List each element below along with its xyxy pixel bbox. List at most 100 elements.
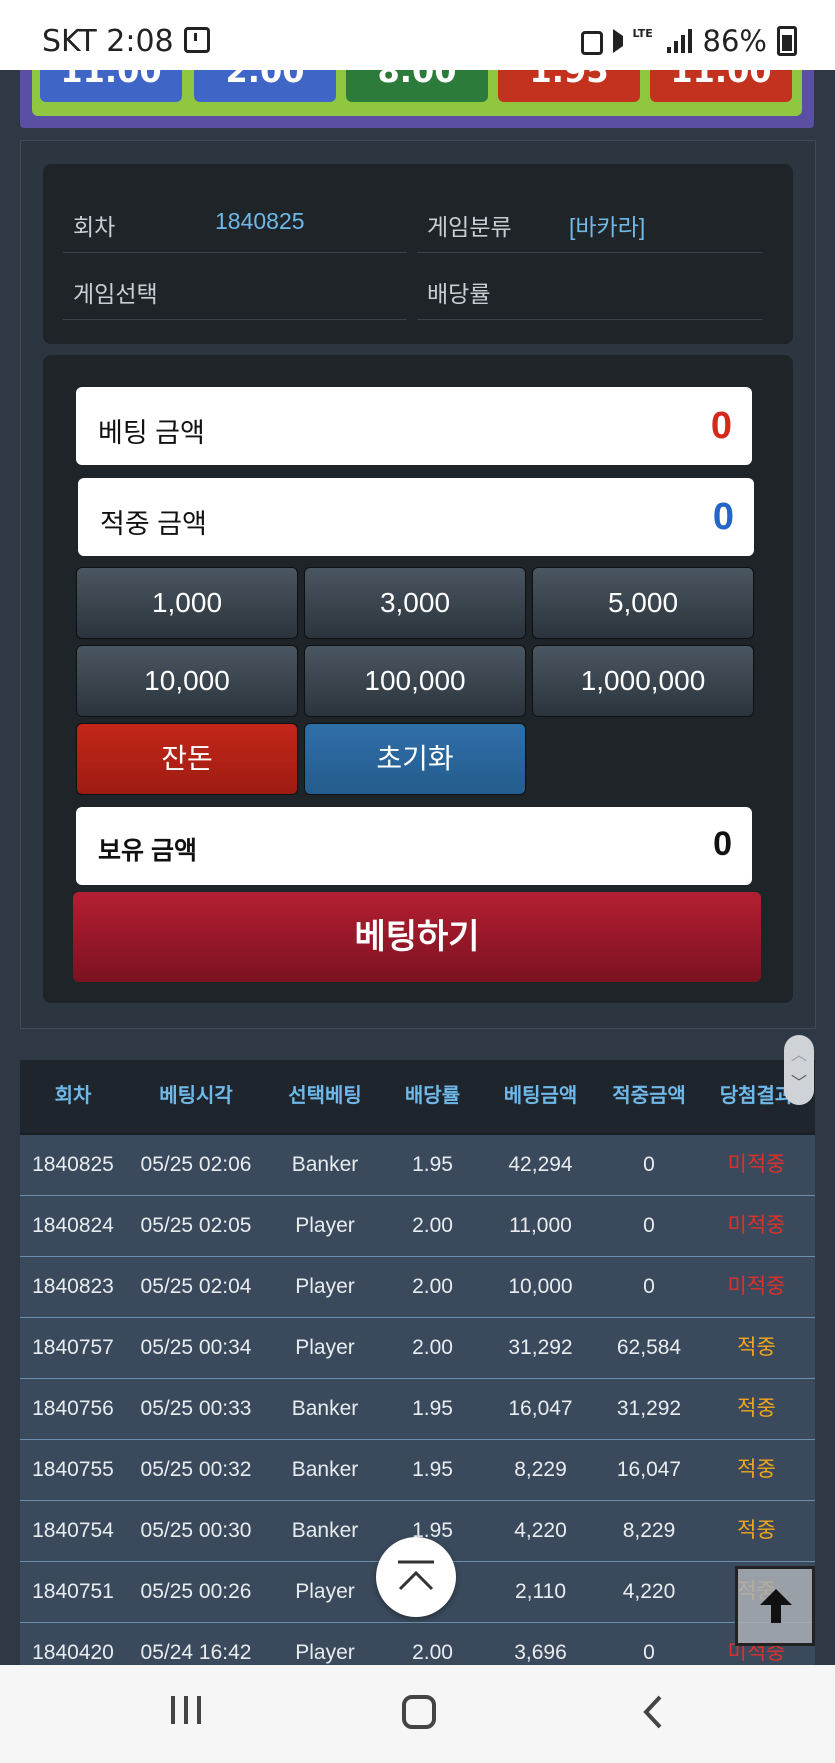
cell-selection: Player — [295, 1580, 355, 1603]
bet-input-card: 베팅 금액 0 적중 금액 0 1,000 3,000 5,000 10,000… — [43, 355, 793, 1003]
reset-button[interactable]: 초기화 — [304, 723, 526, 795]
win-amount-label: 적중 금액 — [100, 509, 207, 539]
cell-win-amount: 16,047 — [616, 1458, 682, 1481]
selection-cell: 게임선택 — [63, 253, 407, 320]
mute-icon — [612, 29, 623, 53]
chip-100000-button[interactable]: 100,000 — [304, 645, 526, 717]
chip-3000-button[interactable]: 3,000 — [304, 567, 526, 639]
cell-selection: Banker — [291, 1458, 359, 1481]
back-icon[interactable] — [638, 1693, 668, 1731]
table-header: 회차 베팅시각 선택베팅 배당률 베팅금액 적중금액 당첨결과 — [20, 1060, 815, 1135]
chip-10000-button[interactable]: 10,000 — [76, 645, 298, 717]
carrier-time-text: SKT 2:08 — [42, 24, 174, 59]
bet-amount-box: 베팅 금액 0 — [76, 387, 752, 465]
cell-result: 적중 — [737, 1458, 776, 1481]
change-button[interactable]: 잔돈 — [76, 723, 298, 795]
win-amount-value: 0 — [712, 496, 734, 538]
arrow-up-icon — [760, 1589, 792, 1623]
cell-odds: 1.95 — [412, 1397, 453, 1420]
cell-bet-time: 05/25 00:26 — [140, 1580, 252, 1603]
table-row: 1840756 05/25 00:33 Banker 1.95 16,047 31,292… — [20, 1379, 815, 1440]
cell-bet-time: 05/25 00:32 — [140, 1458, 252, 1481]
cell-win-amount: 0 — [643, 1275, 655, 1298]
home-icon[interactable] — [400, 1693, 438, 1731]
cell-bet-amount: 31,292 — [508, 1336, 573, 1359]
cell-result: 미적중 — [727, 1153, 786, 1176]
table-row: 1840824 05/25 02:05 Player 2.00 11,000 0 미적중 — [20, 1196, 815, 1257]
table-row: 1840823 05/25 02:04 Player 2.00 10,000 0 미적중 — [20, 1257, 815, 1318]
cell-round: 1840823 — [32, 1275, 114, 1298]
cell-round: 1840754 — [32, 1519, 114, 1542]
cell-bet-amount: 4,220 — [514, 1519, 567, 1542]
notification-icon — [580, 31, 603, 55]
cell-bet-time: 05/25 02:06 — [140, 1153, 252, 1176]
cell-round: 1840755 — [32, 1458, 114, 1481]
cell-bet-amount: 8,229 — [514, 1458, 567, 1481]
cell-win-amount: 0 — [643, 1153, 655, 1176]
cell-bet-amount: 10,000 — [508, 1275, 573, 1298]
status-bar: SKT 2:08 LTE 86% — [0, 0, 835, 70]
status-icons: LTE 86% — [580, 24, 797, 58]
cell-round: 1840751 — [32, 1580, 114, 1603]
game-info-card: 회차 1840825 게임분류 [바카라] 게임선택 배당률 — [43, 164, 793, 344]
cell-bet-amount: 16,047 — [508, 1397, 573, 1420]
cell-bet-time: 05/25 00:33 — [140, 1397, 252, 1420]
chip-1000-button[interactable]: 1,000 — [76, 567, 298, 639]
category-cell: 게임분류 [바카라] — [417, 186, 763, 253]
alarm-icon — [183, 27, 210, 53]
cell-result: 적중 — [737, 1519, 776, 1542]
cell-round: 1840757 — [32, 1336, 114, 1359]
cell-win-amount: 8,229 — [622, 1519, 676, 1542]
lte-icon: LTE — [632, 27, 653, 40]
col-win-amount: 적중금액 — [612, 1085, 686, 1107]
col-odds: 배당률 — [404, 1085, 461, 1107]
cell-selection: Player — [295, 1214, 355, 1237]
cell-win-amount: 4,220 — [622, 1580, 676, 1603]
table-row: 1840825 05/25 02:06 Banker 1.95 42,294 0 미적중 — [20, 1135, 815, 1196]
win-amount-box: 적중 금액 0 — [78, 478, 754, 556]
round-label: 회차 — [73, 214, 116, 240]
battery-percent: 86% — [702, 24, 767, 58]
cell-selection: Player — [295, 1336, 355, 1359]
cell-bet-time: 05/25 02:04 — [140, 1275, 252, 1298]
cell-result: 적중 — [737, 1397, 776, 1420]
selection-label: 게임선택 — [73, 281, 158, 307]
cell-odds: 2.00 — [412, 1214, 453, 1237]
recent-apps-icon[interactable] — [168, 1693, 204, 1727]
balance-label: 보유 금액 — [98, 837, 197, 865]
cell-round: 1840756 — [32, 1397, 114, 1420]
cell-win-amount: 0 — [643, 1214, 655, 1237]
col-bet-time: 베팅시각 — [159, 1085, 233, 1107]
cell-selection: Banker — [291, 1519, 359, 1542]
round-cell: 회차 1840825 — [63, 186, 407, 253]
odds-label: 배당률 — [427, 281, 491, 307]
cell-selection: Banker — [291, 1153, 359, 1176]
col-round: 회차 — [54, 1085, 92, 1107]
betting-panel: 회차 1840825 게임분류 [바카라] 게임선택 배당률 베팅 금액 0 적… — [20, 140, 816, 1029]
col-selection: 선택베팅 — [288, 1085, 362, 1107]
col-bet-amount: 베팅금액 — [503, 1085, 578, 1107]
cell-round: 1840825 — [32, 1153, 114, 1176]
cell-bet-amount: 42,294 — [508, 1153, 573, 1176]
scroll-down-icon[interactable]: ﹀ — [784, 1069, 814, 1093]
up-arrow-button[interactable] — [735, 1566, 815, 1646]
place-bet-button[interactable]: 베팅하기 — [73, 892, 761, 982]
scroll-up-icon[interactable]: ︿ — [784, 1041, 814, 1065]
bet-amount-value: 0 — [710, 405, 732, 447]
odds-cell: 배당률 — [417, 253, 763, 320]
balance-value: 0 — [713, 825, 732, 863]
chevron-up-icon — [398, 1560, 434, 1591]
status-time: SKT 2:08 — [42, 24, 210, 59]
category-label: 게임분류 — [427, 214, 512, 240]
cell-selection: Player — [295, 1275, 355, 1298]
table-row: 1840757 05/25 00:34 Player 2.00 31,292 62,584… — [20, 1318, 815, 1379]
table-row: 1840755 05/25 00:32 Banker 1.95 8,229 16,047 적… — [20, 1440, 815, 1501]
chip-5000-button[interactable]: 5,000 — [532, 567, 754, 639]
android-nav-bar — [0, 1665, 835, 1763]
scroll-control[interactable]: ︿ ﹀ — [784, 1035, 814, 1105]
chip-1000000-button[interactable]: 1,000,000 — [532, 645, 754, 717]
cell-bet-amount: 11,000 — [509, 1214, 572, 1237]
scroll-top-button[interactable] — [376, 1537, 456, 1617]
cell-bet-time: 05/25 00:34 — [140, 1336, 252, 1359]
cell-round: 1840824 — [32, 1214, 114, 1237]
